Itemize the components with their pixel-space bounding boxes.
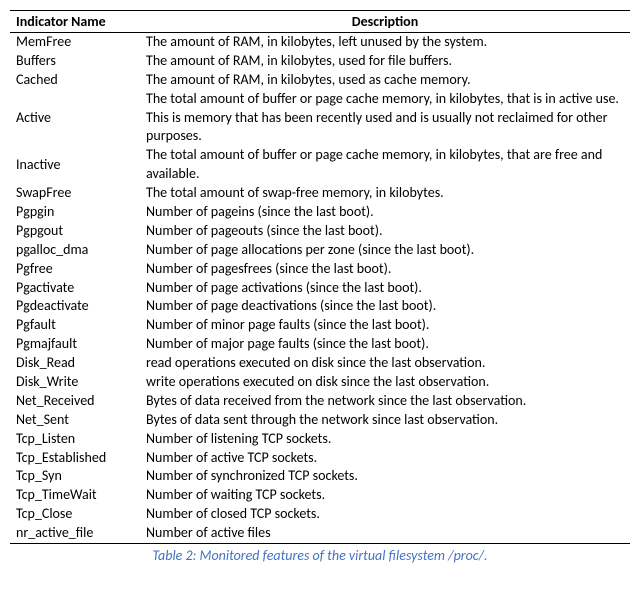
- indicator-name-cell: nr_active_file: [10, 524, 140, 543]
- description-cell: Number of closed TCP sockets.: [140, 505, 630, 524]
- indicator-name-cell: Tcp_Syn: [10, 467, 140, 486]
- indicator-name-cell: Pgpgin: [10, 203, 140, 222]
- description-cell: The amount of RAM, in kilobytes, used as…: [140, 71, 630, 90]
- table-row: nr_active_fileNumber of active files: [10, 524, 630, 543]
- table-row: InactiveThe total amount of buffer or pa…: [10, 146, 630, 184]
- indicator-name-cell: Net_Sent: [10, 411, 140, 430]
- description-cell: Number of page allocations per zone (sin…: [140, 241, 630, 260]
- table-row: PgpgoutNumber of pageouts (since the las…: [10, 222, 630, 241]
- table-row: SwapFreeThe total amount of swap-free me…: [10, 184, 630, 203]
- description-cell: Number of active TCP sockets.: [140, 449, 630, 468]
- indicator-name-cell: Pgfault: [10, 316, 140, 335]
- table-row: Net_ReceivedBytes of data received from …: [10, 392, 630, 411]
- table-header-row: Indicator Name Description: [10, 11, 630, 33]
- table-row: PgmajfaultNumber of major page faults (s…: [10, 335, 630, 354]
- indicators-table: Indicator Name Description MemFreeThe am…: [10, 10, 630, 544]
- indicator-name-cell: Tcp_Listen: [10, 430, 140, 449]
- description-cell: The amount of RAM, in kilobytes, used fo…: [140, 52, 630, 71]
- table-row: PgfreeNumber of pagesfrees (since the la…: [10, 260, 630, 279]
- description-cell: Number of active files: [140, 524, 630, 543]
- table-row: PgpginNumber of pageins (since the last …: [10, 203, 630, 222]
- indicator-name-cell: MemFree: [10, 33, 140, 52]
- table-row: PgfaultNumber of minor page faults (sinc…: [10, 316, 630, 335]
- description-cell: Number of page deactivations (since the …: [140, 297, 630, 316]
- table-row: Tcp_TimeWaitNumber of waiting TCP socket…: [10, 486, 630, 505]
- description-cell: Number of listening TCP sockets.: [140, 430, 630, 449]
- indicator-name-cell: Cached: [10, 71, 140, 90]
- table-row: PgdeactivateNumber of page deactivations…: [10, 297, 630, 316]
- indicator-name-cell: Tcp_TimeWait: [10, 486, 140, 505]
- description-cell: Number of pageins (since the last boot).: [140, 203, 630, 222]
- indicator-name-cell: Disk_Write: [10, 373, 140, 392]
- header-indicator-name: Indicator Name: [10, 11, 140, 33]
- description-cell: The total amount of buffer or page cache…: [140, 146, 630, 184]
- table-row: Tcp_SynNumber of synchronized TCP socket…: [10, 467, 630, 486]
- indicator-name-cell: Inactive: [10, 146, 140, 184]
- description-cell: Number of major page faults (since the l…: [140, 335, 630, 354]
- indicator-name-cell: Pgmajfault: [10, 335, 140, 354]
- indicator-name-cell: Buffers: [10, 52, 140, 71]
- table-row: Net_SentBytes of data sent through the n…: [10, 411, 630, 430]
- indicator-name-cell: pgalloc_dma: [10, 241, 140, 260]
- description-cell: Number of pagesfrees (since the last boo…: [140, 260, 630, 279]
- table-row: Tcp_ListenNumber of listening TCP socket…: [10, 430, 630, 449]
- indicator-name-cell: Pgactivate: [10, 279, 140, 298]
- table-row: Tcp_CloseNumber of closed TCP sockets.: [10, 505, 630, 524]
- indicator-name-cell: Net_Received: [10, 392, 140, 411]
- table-row: Disk_Readread operations executed on dis…: [10, 354, 630, 373]
- description-cell: Bytes of data sent through the network s…: [140, 411, 630, 430]
- table-row: Tcp_EstablishedNumber of active TCP sock…: [10, 449, 630, 468]
- indicator-name-cell: Tcp_Established: [10, 449, 140, 468]
- table-row: MemFreeThe amount of RAM, in kilobytes, …: [10, 33, 630, 52]
- table-caption: Table 2: Monitored features of the virtu…: [10, 547, 630, 564]
- indicator-name-cell: Pgfree: [10, 260, 140, 279]
- header-description: Description: [140, 11, 630, 33]
- indicator-name-cell: Disk_Read: [10, 354, 140, 373]
- table-row: CachedThe amount of RAM, in kilobytes, u…: [10, 71, 630, 90]
- description-cell: The total amount of buffer or page cache…: [140, 90, 630, 147]
- description-cell: Number of waiting TCP sockets.: [140, 486, 630, 505]
- description-cell: Number of minor page faults (since the l…: [140, 316, 630, 335]
- table-row: pgalloc_dmaNumber of page allocations pe…: [10, 241, 630, 260]
- description-cell: write operations executed on disk since …: [140, 373, 630, 392]
- description-cell: The total amount of swap-free memory, in…: [140, 184, 630, 203]
- table-row: ActiveThe total amount of buffer or page…: [10, 90, 630, 147]
- indicator-name-cell: SwapFree: [10, 184, 140, 203]
- indicator-name-cell: Active: [10, 90, 140, 147]
- description-cell: Bytes of data received from the network …: [140, 392, 630, 411]
- description-cell: Number of page activations (since the la…: [140, 279, 630, 298]
- table-row: PgactivateNumber of page activations (si…: [10, 279, 630, 298]
- description-cell: Number of pageouts (since the last boot)…: [140, 222, 630, 241]
- table-row: Disk_Writewrite operations executed on d…: [10, 373, 630, 392]
- indicator-name-cell: Pgdeactivate: [10, 297, 140, 316]
- description-cell: Number of synchronized TCP sockets.: [140, 467, 630, 486]
- indicator-name-cell: Pgpgout: [10, 222, 140, 241]
- description-cell: read operations executed on disk since t…: [140, 354, 630, 373]
- table-row: BuffersThe amount of RAM, in kilobytes, …: [10, 52, 630, 71]
- description-cell: The amount of RAM, in kilobytes, left un…: [140, 33, 630, 52]
- indicator-name-cell: Tcp_Close: [10, 505, 140, 524]
